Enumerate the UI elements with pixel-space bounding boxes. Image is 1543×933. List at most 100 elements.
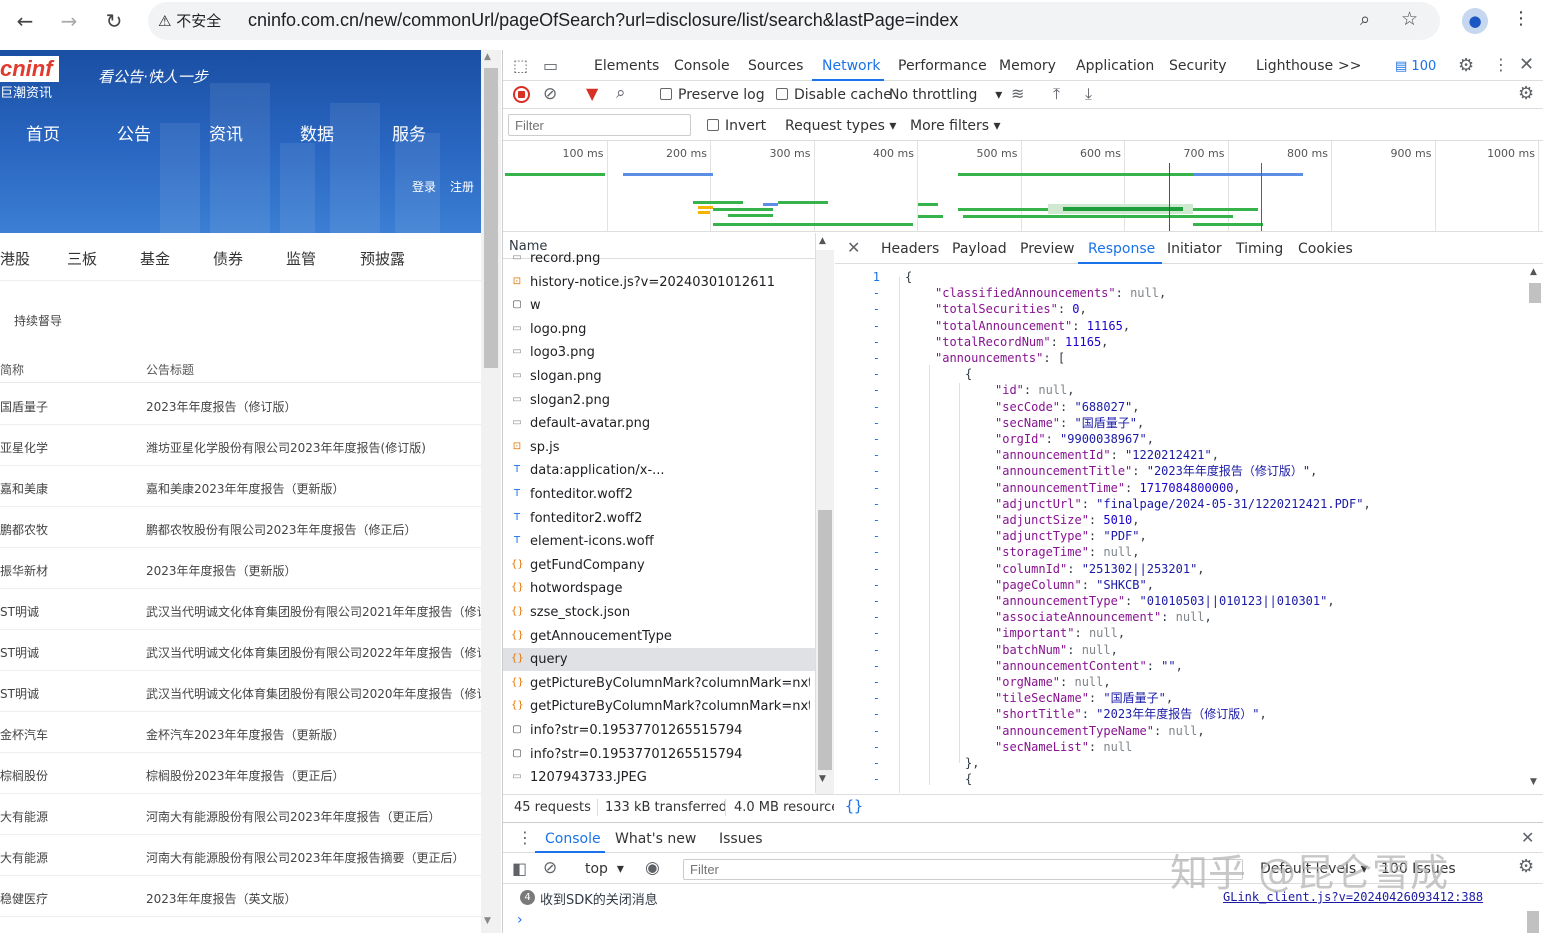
row-title-link[interactable]: 2023年年度报告（英文版）: [146, 890, 297, 907]
request-row[interactable]: ▢ info?str=0.19537701265515794: [503, 719, 815, 742]
zoom-search-icon[interactable]: ⌕: [1360, 9, 1370, 30]
row-short-name[interactable]: 金杯汽车: [0, 726, 48, 743]
table-row[interactable]: 嘉和美康 嘉和美康2023年年度报告（更新版）: [0, 466, 481, 507]
row-title-link[interactable]: 潍坊亚星化学股份有限公司2023年年度报告(修订版): [146, 439, 426, 456]
request-row[interactable]: {} getPictureByColumnMark?columnMark=nxtG…: [503, 695, 815, 718]
request-row[interactable]: {} getFundCompany: [503, 554, 815, 577]
device-toolbar-icon[interactable]: ▭: [543, 56, 558, 75]
row-title-link[interactable]: 嘉和美康2023年年度报告（更新版）: [146, 480, 345, 497]
network-timeline-overview[interactable]: 100 ms 200 ms 300 ms 400 ms 500 ms 600 ms 700 …: [503, 140, 1543, 232]
settings-gear-icon[interactable]: ⚙: [1458, 55, 1474, 76]
response-scrollbar-thumb[interactable]: [1529, 283, 1541, 303]
tab-elements[interactable]: Elements: [594, 58, 659, 74]
subnav-neeq[interactable]: 三板: [67, 248, 97, 269]
page-scrollbar[interactable]: ▲ ▼: [481, 50, 501, 933]
issues-counter[interactable]: ▤ 100: [1395, 59, 1436, 74]
table-row[interactable]: 棕榈股份 棕榈股份2023年年度报告（更正后）: [0, 753, 481, 794]
request-types-dropdown[interactable]: Request types ▾: [785, 118, 896, 134]
row-short-name[interactable]: 大有能源: [0, 849, 48, 866]
drawer-tab-issues[interactable]: Issues: [719, 831, 763, 847]
network-filter-input[interactable]: [508, 114, 691, 136]
request-row[interactable]: Tdata:application/x-...: [503, 459, 815, 482]
tab-security[interactable]: Security: [1169, 58, 1227, 74]
request-row[interactable]: {} getPictureByColumnMark?columnMark=nxtA…: [503, 672, 815, 695]
tab-sources[interactable]: Sources: [748, 58, 803, 74]
request-row[interactable]: {} getAnnoucementType: [503, 625, 815, 648]
subnav-regulation[interactable]: 监管: [286, 248, 316, 269]
response-body[interactable]: 1 {- "classifiedAnnouncements": null, - "tot…: [835, 265, 1543, 793]
tab-payload[interactable]: Payload: [952, 241, 1007, 257]
record-stop-icon[interactable]: [513, 86, 530, 103]
table-row[interactable]: 大有能源 河南大有能源股份有限公司2023年年度报告（更正后）: [0, 794, 481, 835]
request-row[interactable]: ▭ record.png: [503, 247, 815, 270]
network-conditions-icon[interactable]: ≋: [1011, 84, 1024, 103]
request-row[interactable]: ▭ default-avatar.png: [503, 412, 815, 435]
request-row[interactable]: ▭ 1207943733.JPEG: [503, 766, 815, 789]
table-row[interactable]: ST明诚 武汉当代明诚文化体育集团股份有限公司2020年年度报告（修订版）: [0, 671, 481, 712]
search-icon[interactable]: ⌕: [616, 83, 626, 103]
console-settings-gear-icon[interactable]: ⚙: [1518, 856, 1534, 877]
request-row[interactable]: Telement-icons.woff: [503, 530, 815, 553]
filter-funnel-icon[interactable]: ▼: [586, 84, 598, 103]
drawer-menu-icon[interactable]: ⋮: [517, 828, 533, 847]
forward-icon[interactable]: →: [54, 6, 84, 36]
row-short-name[interactable]: 大有能源: [0, 808, 48, 825]
tab-lighthouse[interactable]: Lighthouse: [1256, 58, 1333, 74]
request-row[interactable]: ⊡ history-notice.js?v=20240301012611: [503, 271, 815, 294]
register-link[interactable]: 注册: [450, 178, 474, 195]
row-title-link[interactable]: 河南大有能源股份有限公司2023年年度报告摘要（更正后）: [146, 849, 465, 866]
more-tabs-icon[interactable]: >>: [1338, 58, 1361, 74]
address-bar[interactable]: ⚠ 不安全 cninfo.com.cn/new/commonUrl/pageOf…: [148, 2, 1440, 40]
row-short-name[interactable]: 国盾量子: [0, 398, 48, 415]
row-short-name[interactable]: 鹏都农牧: [0, 521, 48, 538]
nav-news[interactable]: 资讯: [209, 120, 243, 145]
tab-performance[interactable]: Performance: [898, 58, 987, 74]
request-row[interactable]: ▭ slogan2.png: [503, 389, 815, 412]
subnav-hk[interactable]: 港股: [0, 248, 30, 269]
request-row[interactable]: ▭ logo3.png: [503, 341, 815, 364]
row-short-name[interactable]: 振华新材: [0, 562, 48, 579]
subnav-bonds[interactable]: 债券: [213, 248, 243, 269]
nav-announcements[interactable]: 公告: [117, 120, 151, 145]
close-devtools-icon[interactable]: ✕: [1519, 54, 1534, 75]
row-title-link[interactable]: 鹏都农牧股份有限公司2023年年度报告（修正后）: [146, 521, 417, 538]
table-row[interactable]: ST明诚 武汉当代明诚文化体育集团股份有限公司2021年年度报告（修订版）: [0, 589, 481, 630]
tab-headers[interactable]: Headers: [881, 241, 939, 257]
console-prompt-icon[interactable]: ›: [517, 912, 523, 928]
tab-cookies[interactable]: Cookies: [1298, 241, 1353, 257]
network-settings-gear-icon[interactable]: ⚙: [1518, 83, 1534, 104]
export-har-icon[interactable]: ⤓: [1085, 84, 1092, 104]
bookmark-star-icon[interactable]: ☆: [1401, 8, 1418, 30]
url-text[interactable]: cninfo.com.cn/new/commonUrl/pageOfSearch…: [248, 10, 958, 31]
category-filter[interactable]: 持续督导: [14, 312, 62, 329]
request-row[interactable]: {} szse_stock.json: [503, 601, 815, 624]
row-title-link[interactable]: 武汉当代明诚文化体育集团股份有限公司2020年年度报告（修订版）: [146, 685, 481, 702]
clear-icon[interactable]: ⊘: [543, 84, 557, 104]
table-row[interactable]: 稳健医疗 2023年年度报告（英文版）: [0, 876, 481, 917]
console-filter-input[interactable]: [683, 859, 1243, 880]
preserve-log-checkbox[interactable]: Preserve log: [660, 87, 765, 103]
row-title-link[interactable]: 河南大有能源股份有限公司2023年年度报告（更正后）: [146, 808, 441, 825]
profile-avatar-icon[interactable]: ●: [1462, 8, 1488, 34]
tab-network[interactable]: Network: [822, 58, 880, 74]
tab-response[interactable]: Response: [1088, 241, 1155, 257]
close-drawer-icon[interactable]: ✕: [1521, 828, 1534, 847]
request-row[interactable]: Tfonteditor.woff2: [503, 483, 815, 506]
row-short-name[interactable]: 亚星化学: [0, 439, 48, 456]
nav-services[interactable]: 服务: [392, 120, 426, 145]
console-sidebar-icon[interactable]: ◧: [512, 859, 527, 878]
inspect-element-icon[interactable]: ⬚: [513, 56, 528, 75]
row-short-name[interactable]: ST明诚: [0, 603, 39, 620]
table-row[interactable]: 大有能源 河南大有能源股份有限公司2023年年度报告摘要（更正后）: [0, 835, 481, 876]
nav-home[interactable]: 首页: [26, 120, 60, 145]
live-expression-eye-icon[interactable]: ◉: [645, 858, 660, 878]
row-short-name[interactable]: ST明诚: [0, 685, 39, 702]
request-list-scrollbar[interactable]: ▲ ▼: [816, 236, 834, 794]
row-title-link[interactable]: 武汉当代明诚文化体育集团股份有限公司2022年年度报告（修订版）: [146, 644, 481, 661]
drawer-tab-console[interactable]: Console: [545, 831, 601, 847]
subnav-prelisting[interactable]: 预披露: [360, 248, 405, 269]
table-row[interactable]: 国盾量子 2023年年度报告（修订版）: [0, 384, 481, 425]
customize-menu-icon[interactable]: ⋮: [1493, 55, 1509, 74]
request-row[interactable]: {} query: [503, 648, 815, 672]
invert-checkbox[interactable]: Invert: [707, 118, 766, 134]
